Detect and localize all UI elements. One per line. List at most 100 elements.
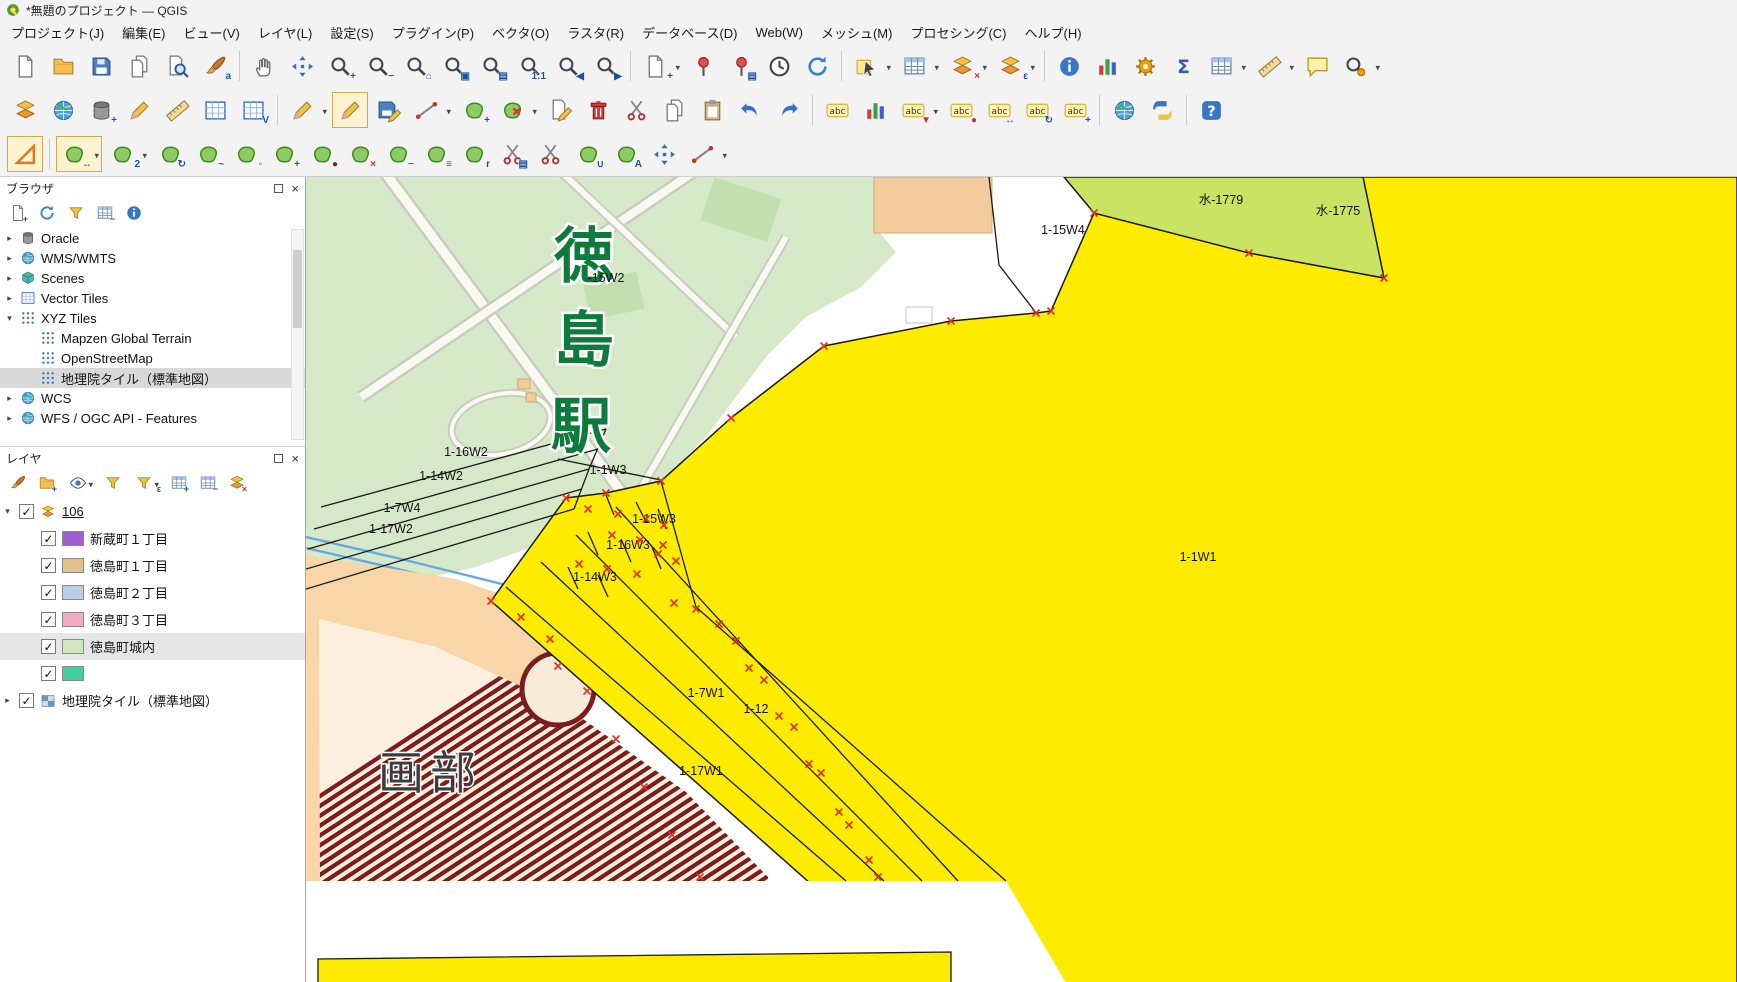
- select-features-button[interactable]: [848, 48, 894, 84]
- reshape-features-button[interactable]: r: [456, 136, 492, 172]
- menu-item-6[interactable]: ベクタ(O): [483, 20, 558, 45]
- trim-extend-button[interactable]: [684, 136, 730, 172]
- zoom-to-layer-button[interactable]: ▤: [474, 48, 510, 84]
- menu-item-3[interactable]: レイヤ(L): [249, 20, 322, 45]
- open-layer-styling-button[interactable]: [5, 470, 30, 495]
- save-layer-edits-button[interactable]: [370, 92, 406, 128]
- browser-item-5[interactable]: Mapzen Global Terrain: [0, 328, 305, 348]
- move-label-button[interactable]: ↔: [981, 92, 1017, 128]
- zoom-full-button[interactable]: ⌂: [398, 48, 434, 84]
- advanced-digitizing-panel-button[interactable]: [7, 136, 43, 172]
- add-part-button[interactable]: +: [266, 136, 302, 172]
- scrollbar-thumb[interactable]: [293, 250, 302, 328]
- merge-feature-attributes-button[interactable]: A: [608, 136, 644, 172]
- undo-button[interactable]: [732, 92, 768, 128]
- simplify-feature-button[interactable]: ~: [190, 136, 226, 172]
- merge-features-button[interactable]: ∪: [570, 136, 606, 172]
- highlight-pinned-labels-button[interactable]: ●: [943, 92, 979, 128]
- redo-button[interactable]: [770, 92, 806, 128]
- menu-item-11[interactable]: プロセシング(C): [901, 20, 1015, 45]
- vertex-filter-button[interactable]: [646, 136, 682, 172]
- browser-item-1[interactable]: ▸ WMS/WMTS: [0, 248, 305, 268]
- expand-arrow-icon[interactable]: ▸: [4, 413, 15, 424]
- zoom-last-button[interactable]: ◀: [550, 48, 586, 84]
- menu-item-0[interactable]: プロジェクト(J): [2, 20, 113, 45]
- expand-arrow-icon[interactable]: ▸: [4, 253, 15, 264]
- split-features-button[interactable]: [532, 136, 568, 172]
- rotate-feature-button[interactable]: ↻: [152, 136, 188, 172]
- select-by-value-button[interactable]: [896, 48, 942, 84]
- offset-curve-button[interactable]: ≡: [418, 136, 454, 172]
- menu-item-10[interactable]: メッシュ(M): [812, 20, 902, 45]
- processing-toolbox-button[interactable]: [1127, 48, 1163, 84]
- pin-unpin-labels-button[interactable]: ▼: [895, 92, 941, 128]
- browser-item-9[interactable]: ▸ WFS / OGC API - Features: [0, 408, 305, 428]
- layers-item-1[interactable]: 新蔵町１丁目: [0, 525, 305, 552]
- temporal-controller-button[interactable]: [761, 48, 797, 84]
- layer-visibility-checkbox[interactable]: [41, 531, 56, 546]
- browser-item-6[interactable]: OpenStreetMap: [0, 348, 305, 368]
- split-parts-button[interactable]: ▤: [494, 136, 530, 172]
- layers-item-3[interactable]: 徳島町２丁目: [0, 579, 305, 606]
- current-edits-button[interactable]: [284, 92, 330, 128]
- select-by-expression-button[interactable]: ε: [992, 48, 1038, 84]
- expand-arrow-icon[interactable]: ▸: [4, 393, 15, 404]
- paste-features-button[interactable]: [694, 92, 730, 128]
- menu-item-7[interactable]: ラスタ(R): [558, 20, 633, 45]
- expand-arrow-icon[interactable]: ▸: [4, 293, 15, 304]
- layer-visibility-checkbox[interactable]: [19, 504, 34, 519]
- menu-item-5[interactable]: プラグイン(P): [383, 20, 483, 45]
- browser-item-4[interactable]: ▾ XYZ Tiles: [0, 308, 305, 328]
- delete-selected-button[interactable]: [580, 92, 616, 128]
- manage-map-themes-button[interactable]: [63, 470, 96, 495]
- new-virtual-layer-button[interactable]: V: [235, 92, 271, 128]
- layer-visibility-checkbox[interactable]: [41, 666, 56, 681]
- data-source-manager-button[interactable]: [7, 92, 43, 128]
- new-temporary-scratch-layer-button[interactable]: [159, 92, 195, 128]
- python-console-button[interactable]: [1144, 92, 1180, 128]
- browser-properties-button[interactable]: [121, 200, 146, 225]
- filter-browser-button[interactable]: [63, 200, 88, 225]
- measure-line-button[interactable]: [1251, 48, 1297, 84]
- zoom-native-button[interactable]: 1:1: [512, 48, 548, 84]
- new-print-layout-button[interactable]: [121, 48, 157, 84]
- locator-search-button[interactable]: [1337, 48, 1383, 84]
- close-panel-icon[interactable]: [291, 182, 299, 195]
- layer-visibility-checkbox[interactable]: [41, 612, 56, 627]
- layer-visibility-checkbox[interactable]: [41, 585, 56, 600]
- layer-visibility-checkbox[interactable]: [41, 558, 56, 573]
- cut-features-button[interactable]: [618, 92, 654, 128]
- change-label-button[interactable]: +: [1057, 92, 1093, 128]
- move-feature-button[interactable]: ↔: [56, 136, 102, 172]
- layer-expand-arrow-icon[interactable]: ▸: [2, 695, 13, 706]
- layers-item-4[interactable]: 徳島町３丁目: [0, 606, 305, 633]
- open-project-button[interactable]: [45, 48, 81, 84]
- menu-item-9[interactable]: Web(W): [747, 22, 812, 43]
- pan-to-selection-button[interactable]: [284, 48, 320, 84]
- close-panel-icon[interactable]: [291, 452, 299, 465]
- filter-by-expression-button[interactable]: ε: [129, 470, 162, 495]
- layers-item-2[interactable]: 徳島町１丁目: [0, 552, 305, 579]
- identify-features-button[interactable]: [1051, 48, 1087, 84]
- browser-scrollbar[interactable]: [291, 229, 304, 440]
- expand-arrow-icon[interactable]: ▸: [4, 273, 15, 284]
- filter-legend-button[interactable]: [100, 470, 125, 495]
- refresh-map-button[interactable]: [799, 48, 835, 84]
- zoom-out-button[interactable]: −: [360, 48, 396, 84]
- modify-attributes-button[interactable]: [542, 92, 578, 128]
- statistical-summary-button[interactable]: [1089, 48, 1125, 84]
- deselect-features-button[interactable]: ×: [944, 48, 990, 84]
- open-field-calculator-button[interactable]: [1203, 48, 1249, 84]
- remove-layer-button[interactable]: ×: [224, 470, 249, 495]
- collapse-all-button[interactable]: −: [92, 200, 117, 225]
- browser-item-8[interactable]: ▸ WCS: [0, 388, 305, 408]
- new-geopackage-layer-button[interactable]: +: [83, 92, 119, 128]
- delete-part-button[interactable]: −: [380, 136, 416, 172]
- help-contents-button[interactable]: [1193, 92, 1229, 128]
- layers-item-6[interactable]: [0, 660, 305, 687]
- layer-labeling-options-button[interactable]: [819, 92, 855, 128]
- pan-map-button[interactable]: [246, 48, 282, 84]
- new-mesh-layer-button[interactable]: [197, 92, 233, 128]
- refresh-browser-button[interactable]: [34, 200, 59, 225]
- add-web-layer-button[interactable]: [45, 92, 81, 128]
